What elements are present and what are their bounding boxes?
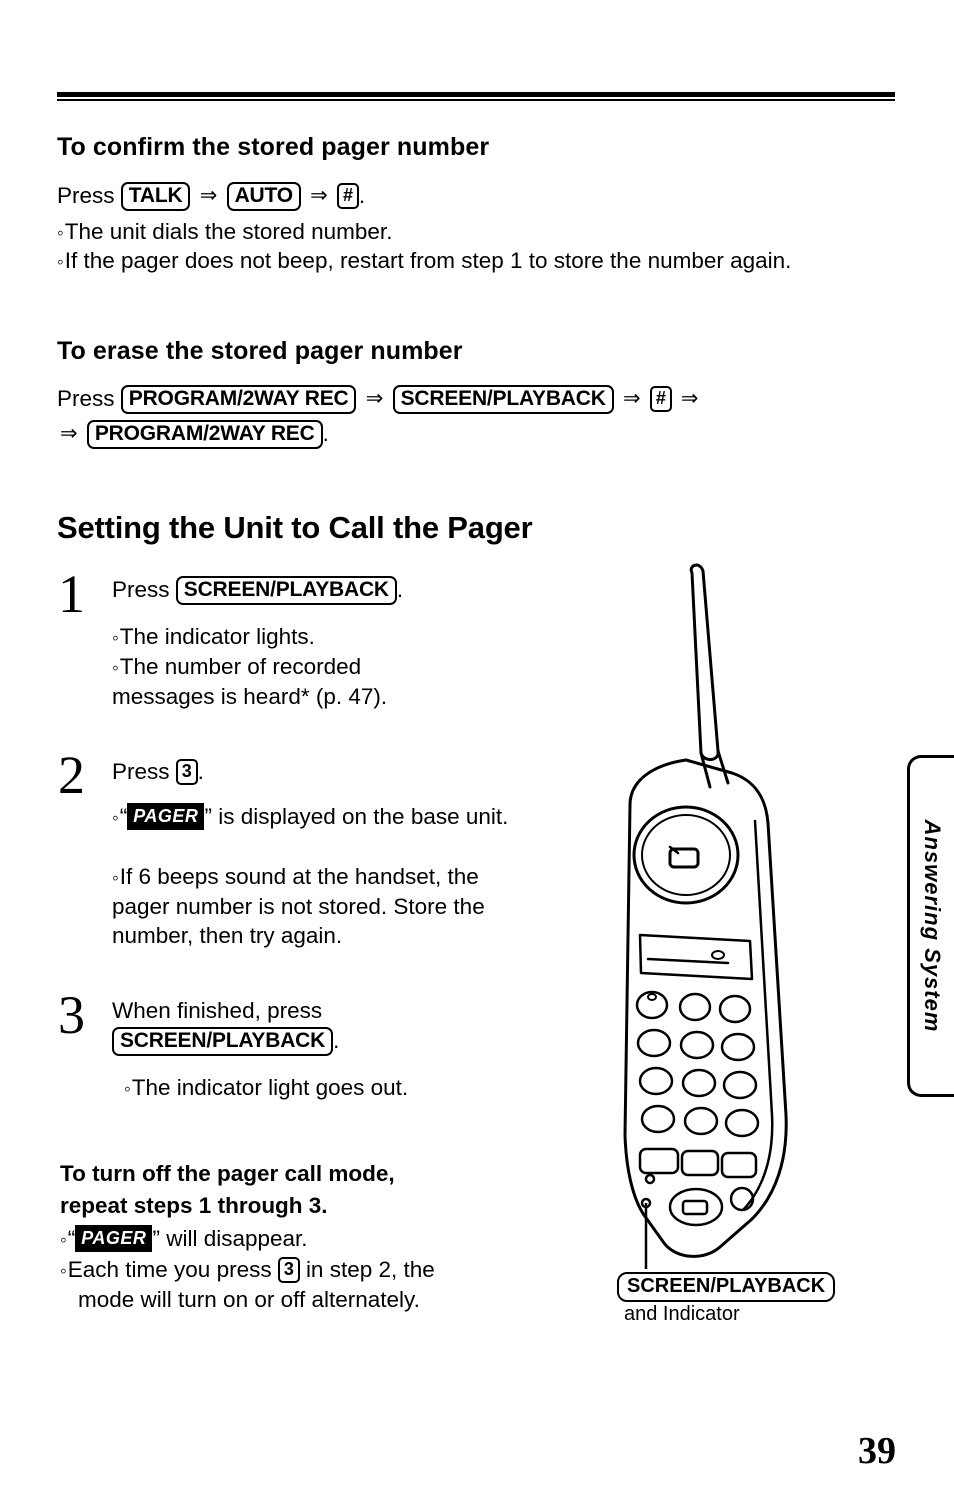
- step2-press-line: Press 3.: [112, 758, 204, 787]
- page-number: 39: [858, 1430, 896, 1472]
- callout-sublabel: and Indicator: [624, 1303, 740, 1325]
- step2-bullet-2: If 6 beeps sound at the handset, the pag…: [112, 862, 532, 950]
- erase-press-line-2: ⇒ PROGRAM/2WAY REC.: [57, 420, 329, 450]
- step1-bullet-2: The number of recorded messages is heard…: [112, 652, 442, 711]
- note-bullet-1-text: will disappear.: [166, 1226, 308, 1251]
- step2-bullet-1-text: is displayed on the base unit.: [218, 804, 509, 829]
- manual-page: To confirm the stored pager number Press…: [0, 0, 954, 1501]
- press-label: When finished, press: [112, 998, 323, 1023]
- pager-badge: PAGER: [75, 1225, 153, 1253]
- arrow-icon: ⇒: [365, 387, 384, 410]
- callout-label-screen-playback: SCREEN/PLAYBACK: [617, 1272, 836, 1302]
- side-tab-label: Answering System: [920, 819, 945, 1033]
- key-screen-playback[interactable]: SCREEN/PLAYBACK: [112, 1027, 334, 1057]
- bullet-marker: [112, 804, 120, 829]
- arrow-icon: ⇒: [60, 422, 78, 445]
- note-bullet-2-line2: mode will turn on or off alternately.: [78, 1287, 420, 1312]
- quote-close: ”: [204, 804, 212, 829]
- arrow-icon: ⇒: [680, 387, 699, 410]
- step1-press-line: Press SCREEN/PLAYBACK.: [112, 576, 404, 606]
- page-title: Setting the Unit to Call the Pager: [57, 510, 533, 545]
- quote-open: “: [67, 1226, 76, 1251]
- key-program-2way-rec[interactable]: PROGRAM/2WAY REC: [120, 385, 357, 415]
- step3-press-line-2: SCREEN/PLAYBACK.: [112, 1027, 340, 1057]
- erase-press-line-1: Press PROGRAM/2WAY REC ⇒ SCREEN/PLAYBACK…: [57, 385, 702, 415]
- side-tab-answering-system: Answering System: [907, 755, 954, 1097]
- note-bullet-2-pre: Each time you press: [67, 1257, 272, 1282]
- step-number-1: 1: [58, 564, 85, 624]
- pager-badge: PAGER: [127, 803, 205, 831]
- handset-svg: [623, 563, 788, 1269]
- note-bullet-2: Each time you press 3 in step 2, the: [60, 1255, 435, 1285]
- confirm-press-line: Press TALK ⇒ AUTO ⇒ #.: [57, 182, 366, 212]
- key-3[interactable]: 3: [175, 759, 198, 785]
- step-number-3: 3: [58, 985, 85, 1045]
- press-label: Press: [112, 577, 170, 602]
- key-3[interactable]: 3: [277, 1257, 300, 1283]
- period: .: [322, 421, 329, 446]
- press-label: Press: [112, 759, 170, 784]
- section-heading-erase-pager: To erase the stored pager number: [57, 337, 463, 365]
- period: .: [333, 1028, 340, 1053]
- key-hash[interactable]: #: [649, 386, 672, 412]
- section-heading-confirm-pager: To confirm the stored pager number: [57, 133, 490, 161]
- period: .: [197, 759, 204, 784]
- step3-bullet-1: The indicator light goes out.: [124, 1073, 408, 1103]
- arrow-icon: ⇒: [310, 184, 328, 207]
- arrow-icon: ⇒: [199, 184, 218, 207]
- confirm-bullet-1: The unit dials the stored number.: [57, 217, 877, 247]
- arrow-icon: ⇒: [622, 387, 641, 410]
- step3-press-line-1: When finished, press: [112, 997, 322, 1026]
- header-rule: [57, 92, 895, 101]
- note-heading-line2: repeat steps 1 through 3.: [60, 1193, 328, 1218]
- note-heading-line1: To turn off the pager call mode,: [60, 1161, 395, 1186]
- step2-bullet-1: “PAGER” is displayed on the base unit.: [112, 802, 512, 832]
- quote-open: “: [119, 804, 128, 829]
- key-screen-playback[interactable]: SCREEN/PLAYBACK: [175, 576, 397, 606]
- header-rule-thin: [57, 99, 895, 101]
- header-rule-thick: [57, 92, 895, 97]
- step-number-2: 2: [58, 745, 85, 805]
- period: .: [358, 183, 366, 208]
- key-hash[interactable]: #: [337, 183, 359, 209]
- quote-close: ”: [152, 1226, 160, 1251]
- bullet-marker: [60, 1226, 68, 1251]
- key-auto[interactable]: AUTO: [226, 182, 301, 212]
- handset-illustration: [600, 555, 900, 1275]
- key-screen-playback[interactable]: SCREEN/PLAYBACK: [392, 385, 614, 415]
- press-label: Press: [57, 183, 115, 208]
- key-talk[interactable]: TALK: [120, 182, 191, 212]
- press-label: Press: [57, 386, 115, 411]
- bullet-marker: [60, 1257, 68, 1282]
- note-bullet-1: “PAGER” will disappear.: [60, 1224, 308, 1254]
- confirm-bullet-2: If the pager does not beep, restart from…: [57, 246, 847, 276]
- key-program-2way-rec[interactable]: PROGRAM/2WAY REC: [86, 420, 323, 450]
- note-bullet-2-post: in step 2, the: [305, 1257, 435, 1282]
- period: .: [396, 577, 404, 602]
- step1-bullet-1: The indicator lights.: [112, 622, 315, 652]
